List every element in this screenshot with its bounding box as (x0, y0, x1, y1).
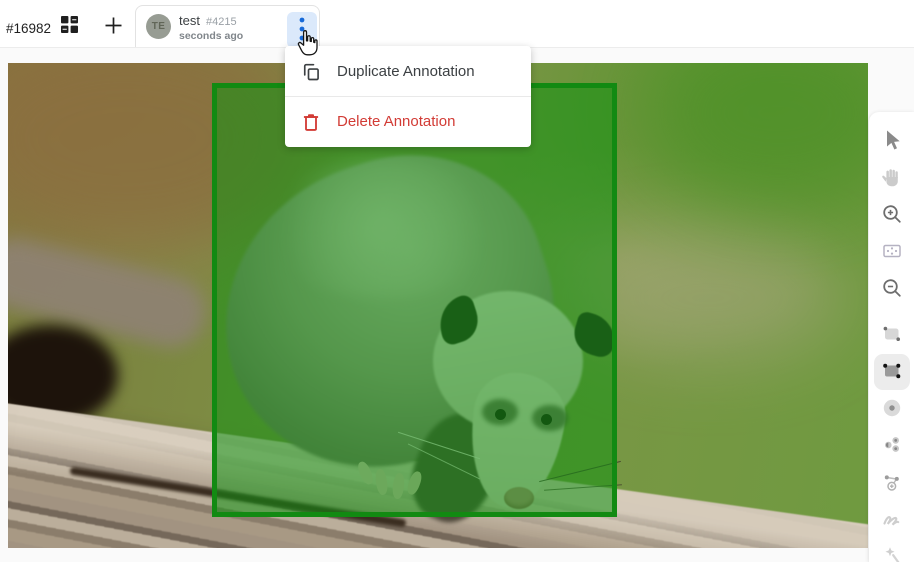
tool-freehand[interactable] (874, 502, 910, 538)
tool-palette (869, 112, 914, 562)
tool-circle[interactable] (874, 391, 910, 427)
menu-item-duplicate-annotation[interactable]: Duplicate Annotation (285, 50, 531, 93)
background-blur-grass (648, 63, 868, 203)
hand-icon (880, 165, 904, 192)
tool-zoom-out[interactable] (874, 271, 910, 307)
image-id-label: #16982 (6, 21, 52, 36)
circle-tool-icon (880, 396, 904, 423)
menu-item-label: Delete Annotation (337, 113, 456, 130)
top-bar: #16982 TE test #4215 seconds ago (0, 0, 914, 48)
tool-pan[interactable] (874, 160, 910, 196)
trash-icon (301, 112, 321, 132)
tool-fit-to-screen[interactable] (874, 234, 910, 270)
copy-icon (301, 62, 321, 82)
polyline-plus-icon (880, 470, 904, 497)
plus-icon (103, 15, 124, 39)
kebab-vertical-icon (298, 16, 306, 45)
tool-select[interactable] (874, 123, 910, 159)
grid-view-icon (60, 15, 79, 37)
annotation-title: test #4215 (179, 13, 237, 28)
zoom-in-icon (880, 202, 904, 229)
annotation-timestamp: seconds ago (179, 30, 244, 42)
dots-cluster-icon (880, 433, 904, 460)
tool-bounding-box[interactable] (873, 354, 910, 390)
annotation-bounding-box[interactable] (212, 83, 617, 517)
menu-item-label: Duplicate Annotation (337, 63, 475, 80)
add-annotation-button[interactable] (101, 15, 125, 39)
grid-view-button[interactable] (58, 15, 80, 37)
annotation-id: #4215 (205, 16, 237, 28)
menu-divider (285, 96, 531, 97)
bounding-box-icon (880, 359, 904, 386)
magic-wand-icon (880, 544, 904, 562)
tool-smart-box[interactable] (874, 317, 910, 353)
avatar: TE (146, 14, 171, 39)
tool-zoom-in[interactable] (874, 197, 910, 233)
tool-keypoints[interactable] (874, 428, 910, 464)
scribble-icon (880, 507, 904, 534)
cursor-arrow-icon (880, 128, 904, 155)
annotation-app: #16982 TE test #4215 seconds ago Duplica… (0, 0, 914, 562)
tool-polygon[interactable] (874, 465, 910, 501)
menu-item-delete-annotation[interactable]: Delete Annotation (285, 100, 531, 143)
annotation-context-menu: Duplicate Annotation Delete Annotation (285, 46, 531, 147)
zoom-out-icon (880, 276, 904, 303)
annotation-menu-button[interactable] (287, 12, 317, 48)
fit-screen-icon (880, 239, 904, 266)
annotation-card[interactable]: TE test #4215 seconds ago (135, 5, 320, 48)
box-corners-icon (880, 322, 904, 349)
annotation-label: test (179, 13, 200, 28)
tool-smart-select[interactable] (874, 539, 910, 562)
